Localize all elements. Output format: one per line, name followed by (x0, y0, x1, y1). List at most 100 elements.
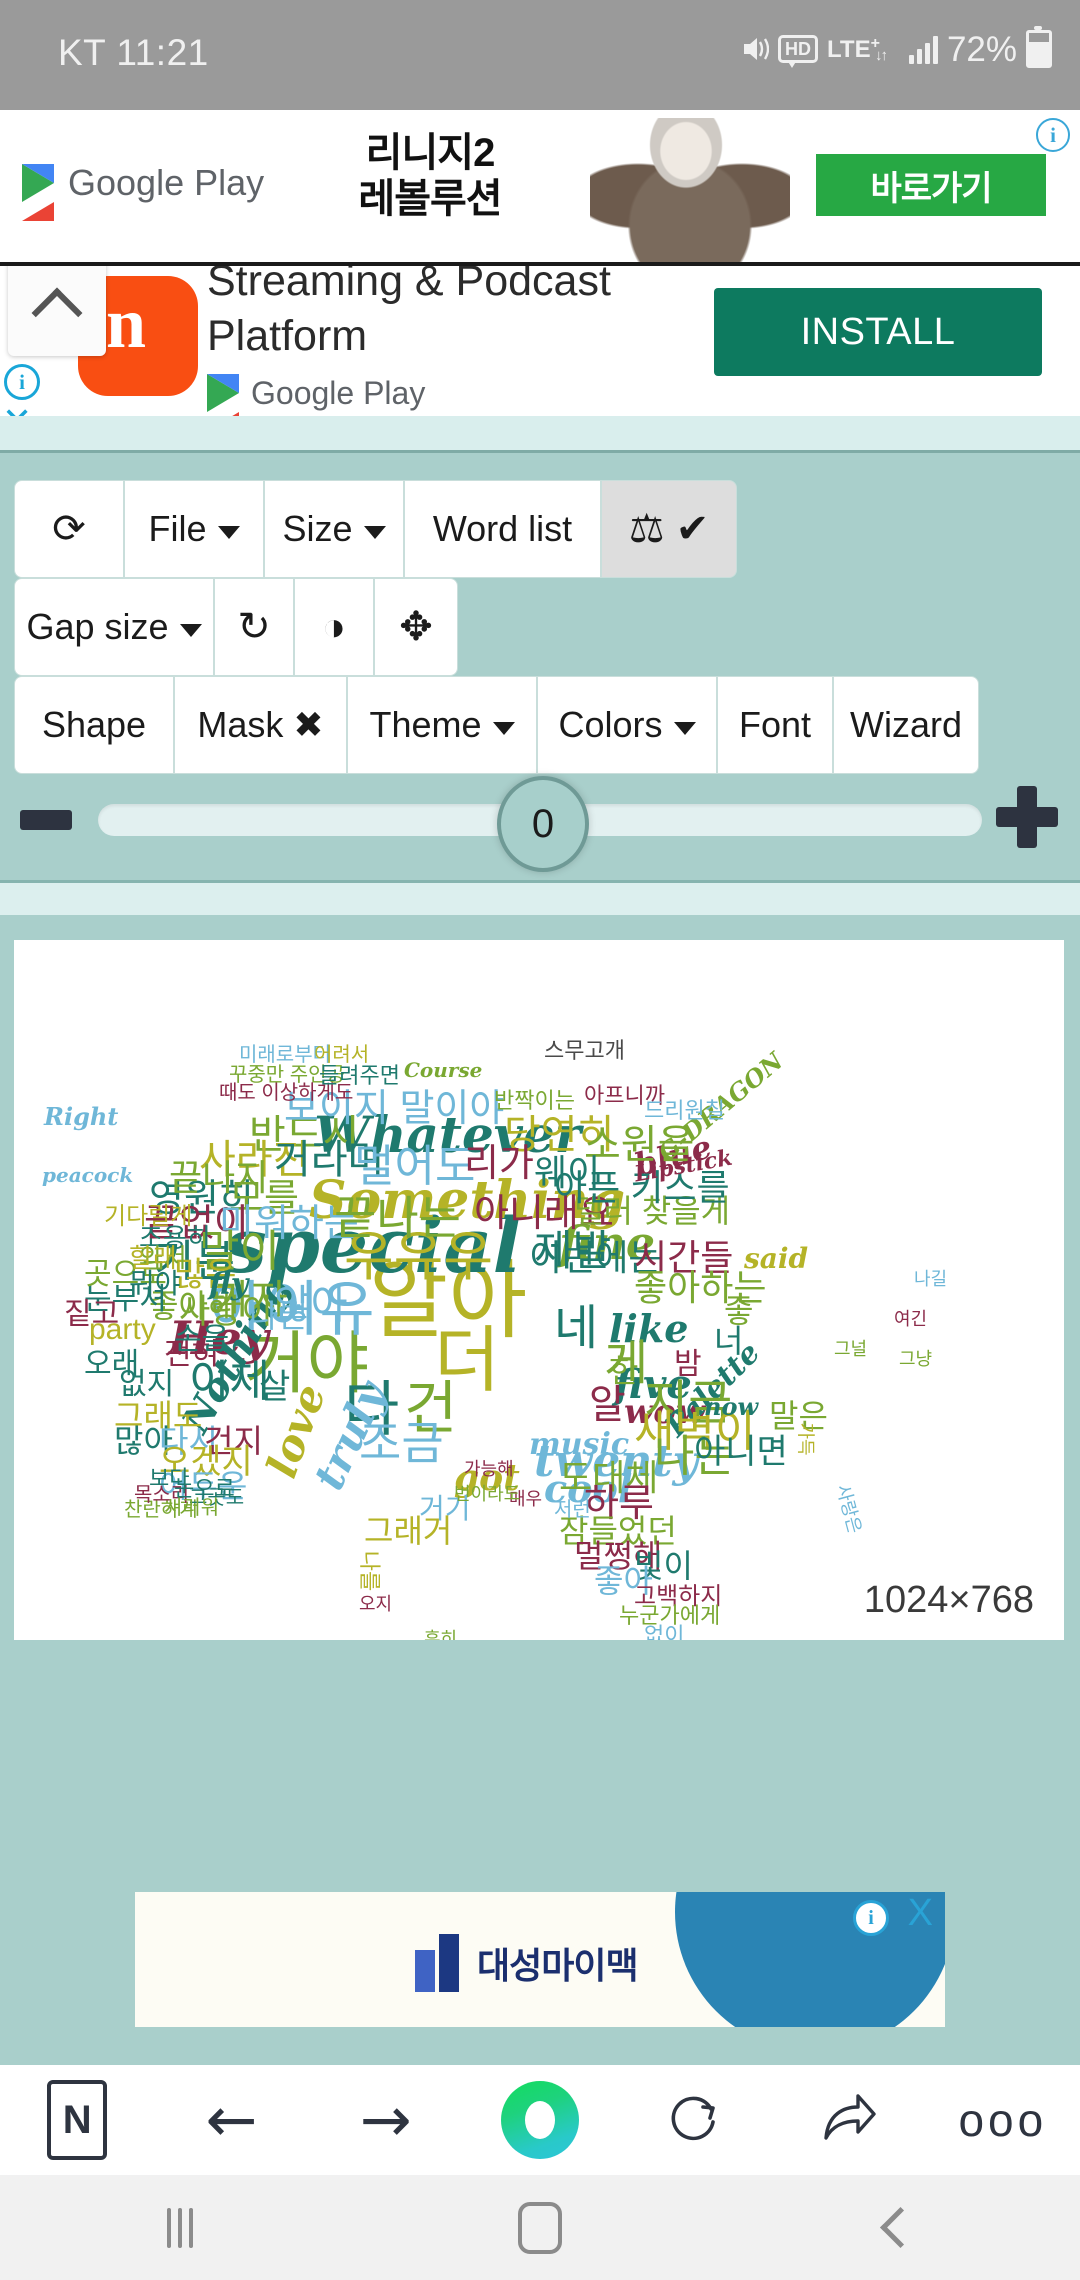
contrast-icon: ◑ (321, 605, 347, 649)
chevron-down-icon (363, 525, 386, 539)
recents-button[interactable] (0, 2207, 360, 2248)
more-dots-icon: ooo (958, 2094, 1048, 2146)
wordcloud-word: 어려서 (314, 1044, 370, 1066)
carrier-and-clock: KT 11:21 (58, 32, 209, 73)
ad-info-icon[interactable]: i (1036, 118, 1070, 152)
wordcloud-word: said (744, 1242, 809, 1275)
refresh-button[interactable]: ⟳ (14, 480, 124, 578)
balance-toggle-button[interactable]: ⚖ ✔ (601, 480, 737, 578)
close-ad-icon[interactable]: ✕ (2, 403, 32, 417)
size-menu-button-label: Size (282, 508, 353, 549)
wordcloud-word: 나를 (357, 1550, 383, 1592)
wordcloud-word: peacock (42, 1163, 134, 1187)
contrast-button[interactable]: ◑ (294, 578, 374, 676)
decrement-button[interactable] (20, 810, 72, 830)
share-button[interactable] (771, 2065, 925, 2175)
toolbar-row-2: Gap size ↻ ◑ ✥ (14, 578, 458, 676)
wordcloud-word: 알 (589, 1383, 626, 1427)
mask-button-label: Mask ✖ (197, 704, 324, 745)
wordcloud-word: 짙고 (64, 1298, 120, 1331)
wordcloud-word: 가능해 (464, 1459, 514, 1479)
bottom-banner-ad[interactable]: 대성마이맥 i X (135, 1892, 945, 2027)
forward-button[interactable]: → (309, 2065, 463, 2175)
wordcloud-word: 그냥 (899, 1349, 933, 1369)
gap-size-menu-button[interactable]: Gap size (14, 578, 214, 676)
back-button[interactable] (720, 2206, 1080, 2249)
rotate-icon: ↻ (237, 605, 271, 649)
word-list-button[interactable]: Word list (404, 480, 601, 578)
balance-check-icon: ⚖ ✔ (628, 507, 710, 551)
wordcloud-word: 웨이 (534, 1152, 601, 1193)
game-character-art (590, 118, 790, 262)
wordcloud-word: 흔히 (424, 1629, 458, 1640)
wordcloud-word: 여긴 (894, 1309, 928, 1329)
arrow-left-icon: ← (205, 2083, 258, 2156)
lte-icon: LTE+ (827, 35, 880, 63)
wordcloud-word: 한 (609, 1353, 639, 1389)
wordcloud-word: 서러워 (164, 1497, 220, 1519)
install-button[interactable]: INSTALL (714, 288, 1042, 376)
back-button[interactable]: ← (154, 2065, 308, 2175)
google-play-icon (22, 164, 54, 221)
slider-thumb[interactable]: 0 (497, 776, 589, 872)
home-icon (518, 2201, 562, 2254)
arrow-right-icon: → (359, 2083, 412, 2156)
colors-menu-button-label: Colors (558, 704, 663, 745)
home-button[interactable] (360, 2201, 720, 2254)
ad-info-icon[interactable]: i (853, 1900, 889, 1936)
separator-band (0, 880, 1080, 918)
file-menu-button[interactable]: File (124, 480, 264, 578)
wordcloud-word: Right (44, 1102, 119, 1131)
wordcloud-word: 없지 (119, 1368, 175, 1401)
wordcloud-canvas[interactable]: 알아 special 거야 아이유 더 다 건 Whatever Something 우유우 조금 H… (14, 940, 1064, 1640)
wordcloud-word: 밤 (674, 1348, 702, 1381)
wordcloud-word: 그래거 (364, 1513, 453, 1549)
close-ad-icon[interactable]: X (908, 1894, 933, 1932)
chevron-up-icon (31, 287, 83, 339)
wordcloud-word: 눈으로 (174, 1476, 235, 1501)
expanded-ad-store-badge: Google Play (207, 374, 425, 416)
theme-menu-button-label: Theme (369, 704, 482, 745)
rotate-button[interactable]: ↻ (214, 578, 294, 676)
reload-button[interactable] (617, 2065, 771, 2175)
top-banner-ad[interactable]: Google Play 리니지2 레볼루션 바로가기 i (0, 110, 1080, 266)
expanded-ad-overlay[interactable]: n Streaming & Podcast Platform Google Pl… (0, 266, 1080, 416)
shape-button[interactable]: Shape (14, 676, 174, 774)
more-button[interactable]: ooo (926, 2065, 1080, 2175)
ad-cta-button[interactable]: 바로가기 (816, 154, 1046, 216)
wordcloud-word: 좋 (724, 1293, 754, 1329)
wordcloud-word: fly (209, 1267, 249, 1302)
expand-circle-icon: ✥ (399, 605, 433, 649)
colors-menu-button[interactable]: Colors (537, 676, 717, 774)
ad-title: 리니지2 레볼루션 (358, 131, 502, 222)
chevron-down-icon (179, 623, 202, 637)
ad-info-icon[interactable]: i (4, 364, 40, 400)
expand-button[interactable]: ✥ (374, 578, 458, 676)
whale-home-button[interactable] (463, 2065, 617, 2175)
collapse-ad-button[interactable] (8, 266, 106, 356)
hd-icon: HD (778, 35, 819, 68)
wordcloud-word: 스무고개 (544, 1038, 625, 1063)
increment-button[interactable] (996, 786, 1058, 848)
wizard-button[interactable]: Wizard (833, 676, 979, 774)
browser-toolbar: N ← → ooo (0, 2065, 1080, 2175)
wordcloud-word: 들려주면 (319, 1063, 400, 1088)
naver-n-button[interactable]: N (0, 2065, 154, 2175)
chevron-down-icon (217, 525, 240, 539)
data-transfer-icon: ↓↑ (874, 46, 888, 64)
wordcloud-word: 네 (554, 1302, 599, 1355)
signal-bars-icon (908, 34, 938, 64)
app-top-band (0, 416, 1080, 450)
theme-menu-button[interactable]: Theme (347, 676, 537, 774)
refresh-icon: ⟳ (52, 507, 86, 551)
wordcloud-word: 저런 (554, 1499, 591, 1521)
wordcloud-word: 멀어도 (354, 1142, 476, 1191)
wordcloud-word: 오지 (359, 1594, 393, 1614)
size-menu-button[interactable]: Size (264, 480, 404, 578)
font-button[interactable]: Font (717, 676, 833, 774)
font-button-label: Font (738, 704, 812, 745)
mask-button[interactable]: Mask ✖ (174, 676, 347, 774)
battery-percent-label: 72% (946, 29, 1017, 69)
battery-icon (1026, 26, 1052, 68)
value-slider[interactable]: 0 (0, 776, 1080, 872)
